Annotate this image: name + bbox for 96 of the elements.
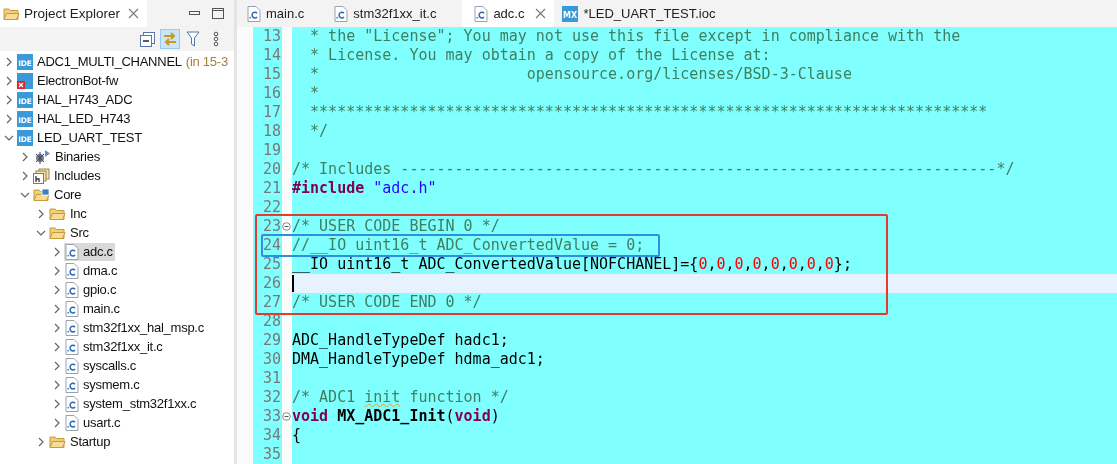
line-number: 30 — [253, 350, 282, 369]
maximize-icon[interactable] — [212, 8, 224, 19]
line-number: 31 — [253, 369, 282, 388]
close-icon[interactable] — [128, 8, 140, 19]
c-file-icon — [65, 319, 79, 336]
expand-chevron-icon[interactable] — [52, 284, 62, 295]
tree-item[interactable]: stm32f1xx_hal_msp.c — [64, 318, 206, 337]
includes-icon — [33, 167, 50, 184]
tree-item[interactable]: system_stm32f1xx.c — [64, 394, 199, 413]
minimize-icon[interactable] — [189, 11, 200, 16]
c-file-icon — [65, 376, 79, 393]
project-explorer-tab[interactable]: Project Explorer — [0, 0, 148, 27]
collapse-all-icon — [139, 31, 155, 47]
expand-chevron-icon[interactable] — [52, 246, 62, 257]
expand-chevron-icon[interactable] — [36, 208, 46, 219]
line-number: 16 — [253, 84, 282, 103]
c-file-icon — [334, 5, 349, 22]
tree-item[interactable]: usart.c — [64, 413, 123, 432]
project-decoration: (in 15-3 — [185, 54, 228, 69]
expand-chevron-icon[interactable] — [52, 341, 62, 352]
tree-item[interactable]: ElectronBot-fw — [16, 71, 121, 90]
c-file-icon — [65, 357, 79, 374]
c-file-icon — [474, 5, 489, 22]
expand-chevron-icon[interactable] — [4, 94, 14, 105]
tree-item[interactable]: Src — [48, 223, 91, 242]
line-number: 15 — [253, 65, 282, 84]
expand-chevron-icon[interactable] — [52, 303, 62, 314]
tree-item[interactable]: sysmem.c — [64, 375, 142, 394]
expand-chevron-icon[interactable] — [36, 436, 46, 447]
expand-chevron-icon[interactable] — [52, 265, 62, 276]
line-number: 35 — [253, 445, 282, 464]
folder-icon — [49, 225, 66, 240]
folder-icon — [49, 434, 66, 449]
line-number: 19 — [253, 141, 282, 160]
binaries-icon — [33, 148, 51, 165]
tree-item[interactable]: Inc — [48, 204, 89, 223]
explorer-folder-icon — [3, 6, 20, 21]
expand-chevron-icon[interactable] — [4, 56, 14, 67]
tree-item[interactable]: stm32f1xx_it.c — [64, 337, 165, 356]
expand-chevron-icon[interactable] — [52, 360, 62, 371]
line-number: 13 — [253, 27, 282, 46]
line-number: 27 — [253, 293, 282, 312]
tree-item[interactable]: gpio.c — [64, 280, 119, 299]
tree-item[interactable]: dma.c — [64, 261, 120, 280]
expand-chevron-icon[interactable] — [52, 379, 62, 390]
line-number: 33 — [253, 407, 282, 426]
line-number: 34 — [253, 426, 282, 445]
c-file-icon — [65, 395, 79, 412]
c-file-icon — [65, 262, 79, 279]
close-icon[interactable] — [535, 8, 547, 19]
filter-icon — [186, 31, 200, 47]
expand-chevron-icon[interactable] — [52, 417, 62, 428]
tree-item[interactable]: Core — [32, 185, 84, 204]
expand-chevron-icon[interactable] — [52, 398, 62, 409]
editor-tab[interactable]: main.c — [243, 0, 327, 27]
mx-file-icon: MX — [562, 5, 579, 22]
link-arrows-icon — [162, 31, 178, 47]
line-number: 17 — [253, 103, 282, 122]
c-file-icon — [65, 281, 79, 298]
line-number: 32 — [253, 388, 282, 407]
line-number: 22 — [253, 198, 282, 217]
editor-tab[interactable]: adc.c — [462, 0, 555, 27]
c-file-icon — [65, 338, 79, 355]
fold-toggle-icon[interactable] — [282, 222, 291, 231]
more-icon — [213, 31, 219, 47]
editor-tab[interactable]: MX *LED_UART_TEST.ioc — [558, 0, 738, 27]
toolbar-button[interactable] — [183, 29, 203, 49]
expand-chevron-icon[interactable] — [4, 75, 14, 86]
line-number: 26 — [253, 274, 282, 293]
expand-chevron-icon[interactable] — [20, 170, 30, 181]
c-file-icon — [65, 414, 79, 431]
expand-chevron-icon[interactable] — [4, 113, 14, 124]
tree-item[interactable]: syscalls.c — [64, 356, 139, 375]
text-cursor — [292, 275, 294, 292]
code-editor[interactable] — [237, 27, 1117, 464]
line-number: 18 — [253, 122, 282, 141]
c-file-icon — [247, 5, 261, 22]
line-number: 29 — [253, 331, 282, 350]
source-folder-icon — [33, 187, 50, 202]
expand-chevron-icon[interactable] — [52, 322, 62, 333]
editor-tab[interactable]: stm32f1xx_it.c — [330, 0, 459, 27]
c-file-icon — [65, 243, 79, 260]
tree-item[interactable]: main.c — [64, 299, 122, 318]
line-number: 14 — [253, 46, 282, 65]
c-file-icon — [65, 300, 79, 317]
toolbar-button[interactable] — [137, 29, 157, 49]
tree-item[interactable]: adc.c — [64, 242, 115, 261]
panel-title: Project Explorer — [24, 6, 121, 21]
tree-item[interactable]: Binaries — [32, 147, 102, 166]
line-number: 20 — [253, 160, 282, 179]
tree-item[interactable]: Startup — [48, 432, 113, 451]
line-number: 21 — [253, 179, 282, 198]
fold-toggle-icon[interactable] — [282, 412, 291, 421]
expand-chevron-icon[interactable] — [20, 151, 30, 162]
folder-icon — [49, 206, 66, 221]
tree-item[interactable]: Includes — [32, 166, 103, 185]
